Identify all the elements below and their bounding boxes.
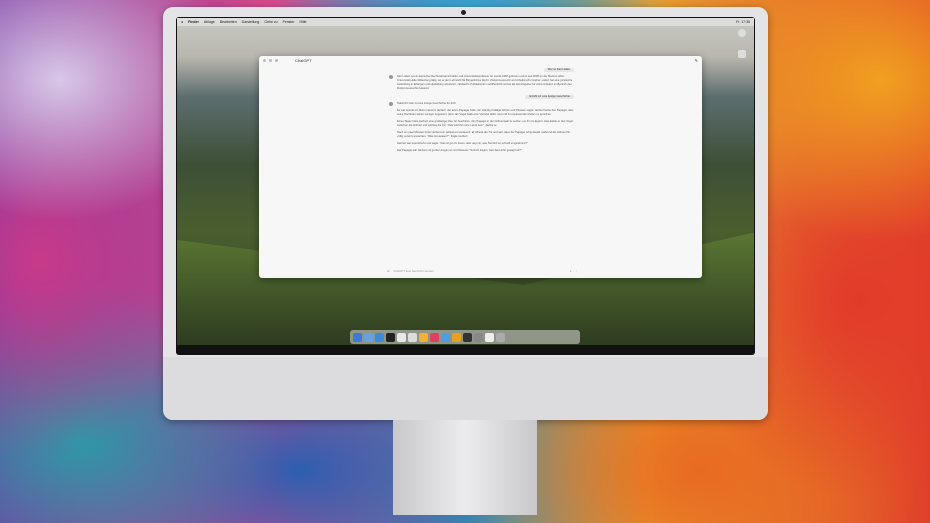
assistant-message: Natürlich! Hier ist eine lustige Geschic… (389, 102, 574, 153)
menu-bearbeiten[interactable]: Bearbeiten (220, 20, 237, 24)
imac-chin (163, 357, 768, 420)
trash-icon[interactable] (496, 332, 505, 342)
desktop: ● Finder Ablage Bearbeiten Darstellung G… (177, 18, 754, 345)
menu-finder[interactable]: Finder (188, 20, 199, 24)
conversation: Wer ist Karl Lüdert Karl Lüdert ist ein … (389, 68, 574, 157)
window-title: ChatGPT (295, 58, 312, 63)
mic-icon[interactable]: ● (570, 269, 572, 273)
message-input[interactable]: ⊕ ChatGPT eine Nachricht senden ● ↑ (387, 268, 577, 274)
close-button[interactable] (263, 59, 266, 62)
menubar: ● Finder Ablage Bearbeiten Darstellung G… (177, 18, 754, 26)
desktop-icon[interactable] (738, 29, 746, 37)
appstore-icon[interactable] (441, 332, 450, 342)
camera (461, 10, 466, 15)
menu-gehe-zu[interactable]: Gehe zu (264, 20, 277, 24)
chatgpt-window: ChatGPT ✎ Wer ist Karl Lüdert Karl Lüder… (259, 56, 702, 278)
app-icon[interactable] (452, 332, 461, 342)
safari-icon[interactable] (375, 332, 384, 342)
menu-ablage[interactable]: Ablage (204, 20, 215, 24)
imac-stand (393, 420, 537, 515)
new-chat-icon[interactable]: ✎ (695, 58, 698, 63)
mail-icon[interactable] (397, 332, 406, 342)
launchpad-icon[interactable] (364, 332, 373, 342)
message-placeholder: ChatGPT eine Nachricht senden (393, 269, 434, 273)
user-message: Wer ist Karl Lüdert (543, 68, 574, 72)
photos-icon[interactable] (430, 332, 439, 342)
menu-darstellung[interactable]: Darstellung (242, 20, 260, 24)
menubar-clock[interactable]: Fr. 17:36 (736, 20, 750, 24)
minimize-button[interactable] (269, 59, 272, 62)
dock (350, 330, 580, 344)
finder-icon[interactable] (353, 332, 362, 342)
window-thumbnail[interactable] (485, 332, 494, 342)
calendar-icon[interactable] (408, 332, 417, 342)
titlebar: ChatGPT ✎ (259, 56, 702, 65)
zoom-button[interactable] (275, 59, 278, 62)
apple-menu-icon[interactable]: ● (181, 20, 183, 24)
settings-icon[interactable] (474, 332, 483, 342)
menu-hilfe[interactable]: Hilfe (300, 20, 307, 24)
user-message: Erzähl mir eine lustige Geschichte (525, 95, 574, 99)
terminal-icon[interactable] (463, 332, 472, 342)
chatgpt-icon[interactable] (386, 332, 395, 342)
notes-icon[interactable] (419, 332, 428, 342)
send-icon[interactable]: ↑ (576, 269, 577, 273)
attach-icon[interactable]: ⊕ (387, 269, 389, 273)
desktop-file-icon[interactable] (738, 50, 746, 58)
assistant-message: Karl Lüdert ist ein deutscher Rechtswiss… (389, 75, 574, 91)
menu-fenster[interactable]: Fenster (283, 20, 295, 24)
